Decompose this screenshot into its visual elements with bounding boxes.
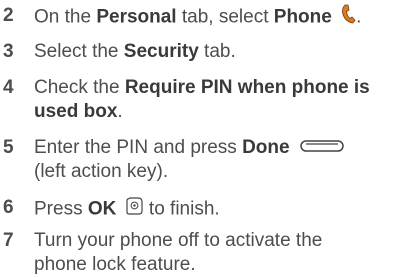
checkbox-name: Require PIN when phone is [124,77,370,98]
step-text-part: tab, select [176,6,274,28]
step-text: used box. [34,100,123,124]
tab-name: Personal [96,6,177,28]
step-text: Check the Require PIN when phone is [34,76,370,100]
step-text: Turn your phone off to activate the [34,230,323,251]
step-number: 5 [3,137,14,158]
step-text-part: Select the [34,41,124,62]
step-text: Press OK to finish. [34,196,220,223]
step-text: phone lock feature. [34,254,196,275]
checkbox-name: used box [34,101,118,122]
key-name: OK [87,198,117,220]
phone-handset-icon [340,4,356,31]
step-number: 2 [3,5,14,26]
step-text: Select the Security tab. [34,40,236,64]
step-number: 3 [3,41,14,62]
step-text-part: . [117,101,123,122]
step-number: 7 [3,230,14,251]
step-text-part: tab. [198,41,236,62]
step-text-part: On the [34,6,97,28]
step-text: On the Personal tab, select Phone . [34,4,361,31]
step-text-part: . [356,6,362,28]
step-text-part: to finish. [143,198,220,220]
step-number: 6 [3,197,14,218]
app-name: Phone [273,6,332,28]
key-name: Done [242,137,290,159]
ok-button-icon [124,196,144,223]
step-text: (left action key). [34,161,169,182]
step-text-part: Enter the PIN and press [34,137,243,159]
left-action-key-icon [300,136,344,160]
step-text: Enter the PIN and press Done [34,136,344,160]
step-number: 4 [3,77,14,98]
step-text-part: Press [34,198,88,220]
step-text-part: Check the [34,77,125,98]
tab-name: Security [123,41,199,62]
